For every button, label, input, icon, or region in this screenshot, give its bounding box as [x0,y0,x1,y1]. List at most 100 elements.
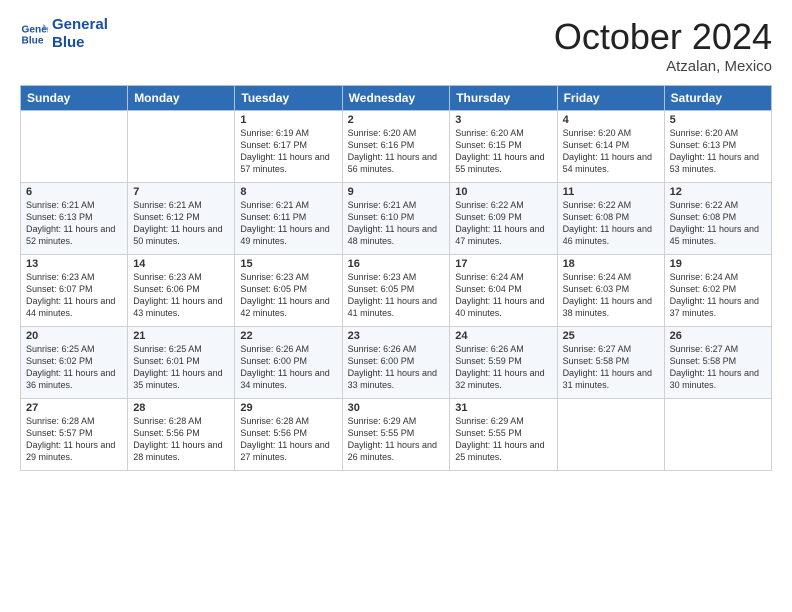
calendar-cell: 3Sunrise: 6:20 AMSunset: 6:15 PMDaylight… [450,111,557,183]
day-info: Sunrise: 6:20 AMSunset: 6:16 PMDaylight:… [348,127,445,176]
day-number: 29 [240,402,336,414]
calendar-cell: 30Sunrise: 6:29 AMSunset: 5:55 PMDayligh… [342,399,450,471]
calendar-week-row: 13Sunrise: 6:23 AMSunset: 6:07 PMDayligh… [21,255,772,327]
calendar-week-row: 1Sunrise: 6:19 AMSunset: 6:17 PMDaylight… [21,111,772,183]
header: General Blue General Blue October 2024 A… [20,16,772,75]
calendar-cell: 2Sunrise: 6:20 AMSunset: 6:16 PMDaylight… [342,111,450,183]
calendar-cell: 22Sunrise: 6:26 AMSunset: 6:00 PMDayligh… [235,327,342,399]
day-info: Sunrise: 6:29 AMSunset: 5:55 PMDaylight:… [455,415,551,464]
day-info: Sunrise: 6:29 AMSunset: 5:55 PMDaylight:… [348,415,445,464]
day-number: 19 [670,258,766,270]
calendar-day-header: Monday [128,86,235,111]
day-number: 31 [455,402,551,414]
calendar-cell: 6Sunrise: 6:21 AMSunset: 6:13 PMDaylight… [21,183,128,255]
day-info: Sunrise: 6:20 AMSunset: 6:15 PMDaylight:… [455,127,551,176]
day-info: Sunrise: 6:28 AMSunset: 5:56 PMDaylight:… [240,415,336,464]
day-info: Sunrise: 6:22 AMSunset: 6:08 PMDaylight:… [563,199,659,248]
day-info: Sunrise: 6:22 AMSunset: 6:08 PMDaylight:… [670,199,766,248]
calendar-cell: 18Sunrise: 6:24 AMSunset: 6:03 PMDayligh… [557,255,664,327]
day-number: 7 [133,186,229,198]
day-info: Sunrise: 6:26 AMSunset: 6:00 PMDaylight:… [348,343,445,392]
calendar-day-header: Saturday [664,86,771,111]
calendar-day-header: Wednesday [342,86,450,111]
month-title: October 2024 [554,16,772,58]
calendar-cell: 27Sunrise: 6:28 AMSunset: 5:57 PMDayligh… [21,399,128,471]
day-info: Sunrise: 6:27 AMSunset: 5:58 PMDaylight:… [670,343,766,392]
day-info: Sunrise: 6:23 AMSunset: 6:06 PMDaylight:… [133,271,229,320]
calendar-cell: 9Sunrise: 6:21 AMSunset: 6:10 PMDaylight… [342,183,450,255]
calendar-body: 1Sunrise: 6:19 AMSunset: 6:17 PMDaylight… [21,111,772,471]
calendar-cell [128,111,235,183]
day-number: 2 [348,114,445,126]
logo-line2: Blue [52,34,108,52]
calendar-cell: 17Sunrise: 6:24 AMSunset: 6:04 PMDayligh… [450,255,557,327]
calendar-week-row: 6Sunrise: 6:21 AMSunset: 6:13 PMDaylight… [21,183,772,255]
day-info: Sunrise: 6:24 AMSunset: 6:04 PMDaylight:… [455,271,551,320]
day-info: Sunrise: 6:20 AMSunset: 6:13 PMDaylight:… [670,127,766,176]
day-info: Sunrise: 6:26 AMSunset: 6:00 PMDaylight:… [240,343,336,392]
day-info: Sunrise: 6:21 AMSunset: 6:11 PMDaylight:… [240,199,336,248]
calendar-cell: 29Sunrise: 6:28 AMSunset: 5:56 PMDayligh… [235,399,342,471]
calendar-cell: 23Sunrise: 6:26 AMSunset: 6:00 PMDayligh… [342,327,450,399]
calendar-day-header: Sunday [21,86,128,111]
day-info: Sunrise: 6:21 AMSunset: 6:13 PMDaylight:… [26,199,122,248]
day-number: 20 [26,330,122,342]
calendar-cell: 24Sunrise: 6:26 AMSunset: 5:59 PMDayligh… [450,327,557,399]
logo-icon: General Blue [20,20,48,48]
day-info: Sunrise: 6:25 AMSunset: 6:01 PMDaylight:… [133,343,229,392]
location: Atzalan, Mexico [554,58,772,75]
calendar-cell: 15Sunrise: 6:23 AMSunset: 6:05 PMDayligh… [235,255,342,327]
day-number: 8 [240,186,336,198]
day-number: 16 [348,258,445,270]
day-number: 12 [670,186,766,198]
calendar-cell: 5Sunrise: 6:20 AMSunset: 6:13 PMDaylight… [664,111,771,183]
day-info: Sunrise: 6:28 AMSunset: 5:57 PMDaylight:… [26,415,122,464]
calendar-cell: 19Sunrise: 6:24 AMSunset: 6:02 PMDayligh… [664,255,771,327]
calendar-cell [664,399,771,471]
day-number: 10 [455,186,551,198]
calendar-cell: 11Sunrise: 6:22 AMSunset: 6:08 PMDayligh… [557,183,664,255]
calendar-day-header: Friday [557,86,664,111]
calendar-cell: 28Sunrise: 6:28 AMSunset: 5:56 PMDayligh… [128,399,235,471]
day-number: 30 [348,402,445,414]
calendar-cell: 20Sunrise: 6:25 AMSunset: 6:02 PMDayligh… [21,327,128,399]
calendar-day-header: Tuesday [235,86,342,111]
day-number: 17 [455,258,551,270]
day-info: Sunrise: 6:24 AMSunset: 6:02 PMDaylight:… [670,271,766,320]
day-info: Sunrise: 6:23 AMSunset: 6:05 PMDaylight:… [240,271,336,320]
day-number: 28 [133,402,229,414]
day-info: Sunrise: 6:21 AMSunset: 6:10 PMDaylight:… [348,199,445,248]
day-info: Sunrise: 6:26 AMSunset: 5:59 PMDaylight:… [455,343,551,392]
day-number: 15 [240,258,336,270]
day-number: 13 [26,258,122,270]
calendar-cell: 14Sunrise: 6:23 AMSunset: 6:06 PMDayligh… [128,255,235,327]
calendar-cell: 12Sunrise: 6:22 AMSunset: 6:08 PMDayligh… [664,183,771,255]
day-number: 6 [26,186,122,198]
calendar-cell: 10Sunrise: 6:22 AMSunset: 6:09 PMDayligh… [450,183,557,255]
calendar-cell: 13Sunrise: 6:23 AMSunset: 6:07 PMDayligh… [21,255,128,327]
day-number: 26 [670,330,766,342]
calendar-cell: 25Sunrise: 6:27 AMSunset: 5:58 PMDayligh… [557,327,664,399]
calendar-week-row: 20Sunrise: 6:25 AMSunset: 6:02 PMDayligh… [21,327,772,399]
calendar-cell: 26Sunrise: 6:27 AMSunset: 5:58 PMDayligh… [664,327,771,399]
day-number: 23 [348,330,445,342]
svg-text:Blue: Blue [22,35,44,46]
day-number: 25 [563,330,659,342]
calendar-cell: 16Sunrise: 6:23 AMSunset: 6:05 PMDayligh… [342,255,450,327]
day-info: Sunrise: 6:21 AMSunset: 6:12 PMDaylight:… [133,199,229,248]
day-number: 5 [670,114,766,126]
calendar-day-header: Thursday [450,86,557,111]
day-number: 14 [133,258,229,270]
page: General Blue General Blue October 2024 A… [0,0,792,612]
day-number: 3 [455,114,551,126]
calendar-cell: 31Sunrise: 6:29 AMSunset: 5:55 PMDayligh… [450,399,557,471]
day-info: Sunrise: 6:23 AMSunset: 6:05 PMDaylight:… [348,271,445,320]
calendar-cell: 4Sunrise: 6:20 AMSunset: 6:14 PMDaylight… [557,111,664,183]
day-info: Sunrise: 6:27 AMSunset: 5:58 PMDaylight:… [563,343,659,392]
day-info: Sunrise: 6:28 AMSunset: 5:56 PMDaylight:… [133,415,229,464]
logo: General Blue General Blue [20,16,108,52]
day-info: Sunrise: 6:22 AMSunset: 6:09 PMDaylight:… [455,199,551,248]
calendar-header-row: SundayMondayTuesdayWednesdayThursdayFrid… [21,86,772,111]
calendar-table: SundayMondayTuesdayWednesdayThursdayFrid… [20,85,772,471]
day-info: Sunrise: 6:19 AMSunset: 6:17 PMDaylight:… [240,127,336,176]
